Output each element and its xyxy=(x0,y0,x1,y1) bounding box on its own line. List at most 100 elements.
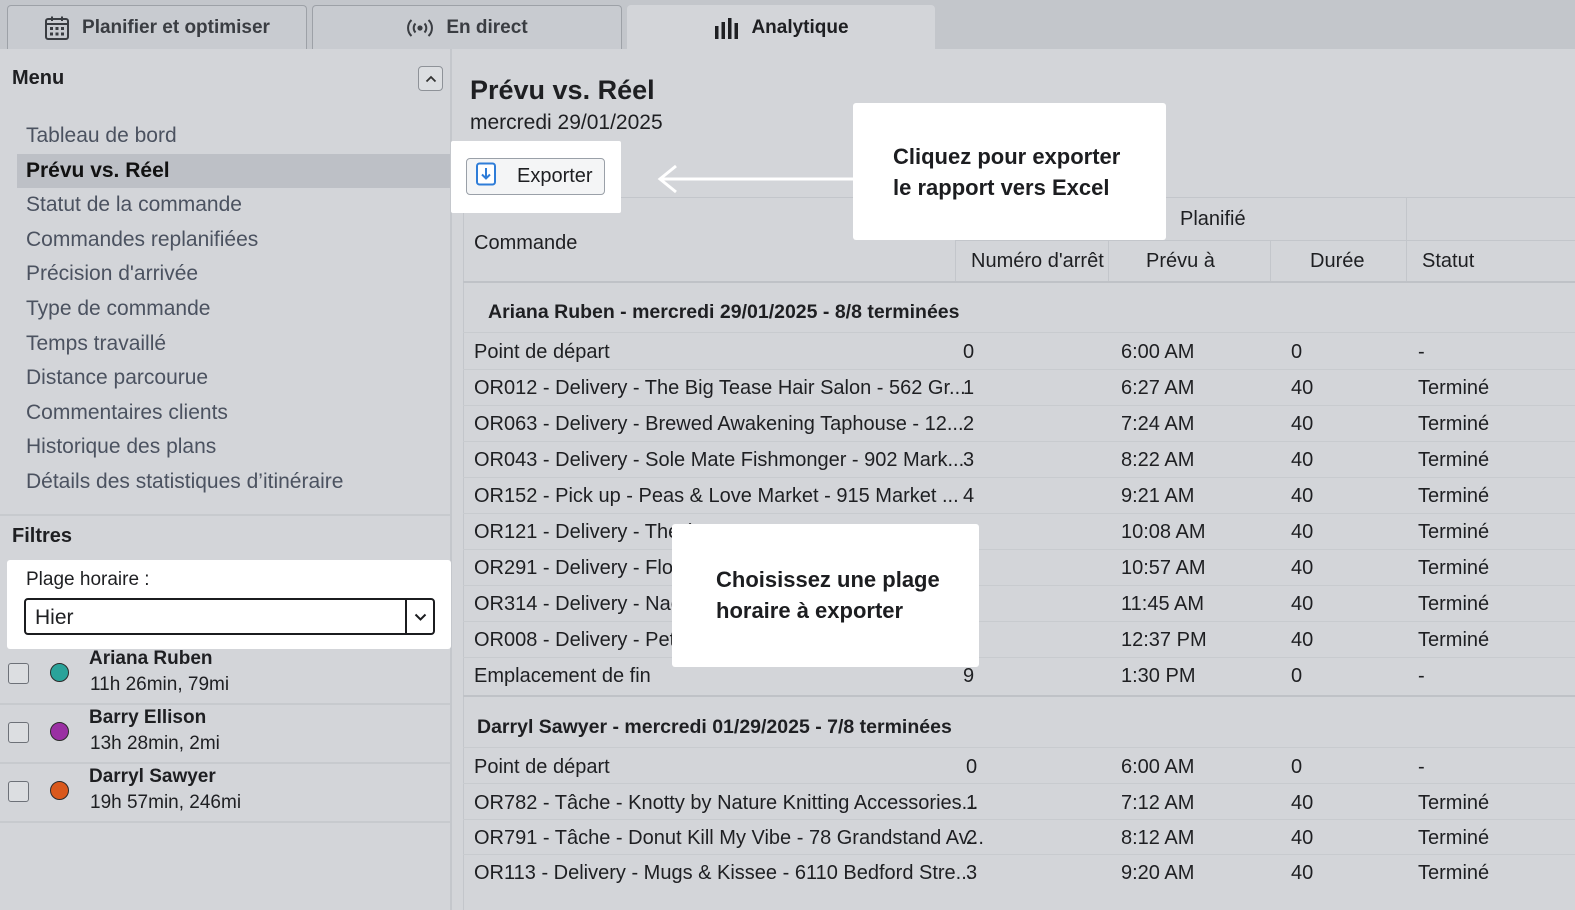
tab-label: Analytique xyxy=(751,16,849,38)
bar-chart-icon xyxy=(713,16,739,40)
time-range-select[interactable]: Hier xyxy=(24,598,435,635)
cell-status: Terminé xyxy=(1418,593,1490,615)
cell-time: 7:24 AM xyxy=(1121,413,1195,435)
cell-duration: 40 xyxy=(1291,593,1314,615)
cell-time: 6:00 AM xyxy=(1121,341,1195,363)
cell-time: 8:12 AM xyxy=(1121,827,1195,849)
cell-order: OR782 - Tâche - Knotty by Nature Knittin… xyxy=(474,792,979,814)
cell-duration: 40 xyxy=(1291,449,1314,471)
menu-item-arrival-accuracy[interactable]: Précision d'arrivée xyxy=(17,257,450,292)
table-border xyxy=(463,695,1575,697)
driver-name: Darryl Sawyer xyxy=(89,766,216,787)
cell-duration: 0 xyxy=(1291,756,1303,778)
driver-color-dot xyxy=(50,663,69,682)
column-header-planned-at[interactable]: Prévu à xyxy=(1146,250,1215,273)
page-title: Prévu vs. Réel xyxy=(470,75,655,105)
cell-stop: 3 xyxy=(966,862,978,884)
export-button[interactable]: Exporter xyxy=(466,158,605,195)
cell-duration: 0 xyxy=(1291,665,1303,687)
tab-label: En direct xyxy=(446,16,528,38)
cell-stop: 9 xyxy=(963,665,975,687)
cell-time: 11:45 AM xyxy=(1121,593,1205,615)
menu-item-time-worked[interactable]: Temps travaillé xyxy=(17,327,450,362)
time-range-label: Plage horaire : xyxy=(26,569,150,590)
tab-analytics[interactable]: Analytique xyxy=(627,5,935,49)
table-border xyxy=(1108,240,1109,282)
group-header-ariana: Ariana Ruben - mercredi 29/01/2025 - 8/8… xyxy=(488,301,960,323)
table-border xyxy=(955,240,1575,241)
driver-checkbox[interactable] xyxy=(8,663,29,684)
driver-color-dot xyxy=(50,722,69,741)
row-divider xyxy=(463,657,1575,658)
table-border xyxy=(463,197,464,910)
cell-order: Point de départ xyxy=(474,756,610,778)
cell-stop: 1 xyxy=(963,377,975,399)
cell-order: OR043 - Delivery - Sole Mate Fishmonger … xyxy=(474,449,965,471)
menu-item-route-stats-details[interactable]: Détails des statistiques d’itinéraire xyxy=(17,465,450,500)
menu-item-distance-traveled[interactable]: Distance parcourue xyxy=(17,361,450,396)
chevron-up-icon xyxy=(425,70,437,88)
driver-row-ariana[interactable]: Ariana Ruben 11h 26min, 79mi xyxy=(0,646,450,705)
chevron-down-icon[interactable] xyxy=(405,600,433,633)
cell-duration: 40 xyxy=(1291,413,1314,435)
cell-order: OR008 - Delivery - Petal xyxy=(474,629,691,651)
menu-item-order-status[interactable]: Statut de la commande xyxy=(17,188,450,223)
driver-checkbox[interactable] xyxy=(8,781,29,802)
column-header-status[interactable]: Statut xyxy=(1422,250,1474,273)
callout-line: le rapport vers Excel xyxy=(893,175,1110,200)
menu-item-planned-vs-actual[interactable]: Prévu vs. Réel xyxy=(17,153,450,189)
row-divider xyxy=(463,332,1575,333)
menu-item-order-type[interactable]: Type de commande xyxy=(17,292,450,327)
menu-item-plan-history[interactable]: Historique des plans xyxy=(17,430,450,465)
menu-item-rescheduled-orders[interactable]: Commandes replanifiées xyxy=(17,223,450,258)
sidebar: Menu Tableau de bord Prévu vs. Réel Stat… xyxy=(0,49,452,910)
cell-status: Terminé xyxy=(1418,792,1490,814)
callout-export-tip: Cliquez pour exporter le rapport vers Ex… xyxy=(853,103,1166,240)
cell-status: Terminé xyxy=(1418,827,1490,849)
row-divider xyxy=(463,549,1575,550)
cell-duration: 40 xyxy=(1291,827,1314,849)
cell-duration: 40 xyxy=(1291,485,1314,507)
cell-time: 12:37 PM xyxy=(1121,629,1207,651)
row-divider xyxy=(463,747,1575,748)
menu-item-customer-feedback[interactable]: Commentaires clients xyxy=(17,396,450,431)
cell-stop: 2 xyxy=(966,827,978,849)
filters-title: Filtres xyxy=(12,525,73,547)
driver-row-darryl[interactable]: Darryl Sawyer 19h 57min, 246mi xyxy=(0,764,450,823)
column-header-stop-number[interactable]: Numéro d'arrêt xyxy=(971,250,1104,273)
cell-duration: 40 xyxy=(1291,862,1314,884)
page-date: mercredi 29/01/2025 xyxy=(470,111,663,134)
table-border xyxy=(463,281,1575,283)
row-divider xyxy=(463,783,1575,784)
driver-checkbox[interactable] xyxy=(8,722,29,743)
cell-status: - xyxy=(1418,756,1425,778)
cell-stop: 4 xyxy=(963,485,975,507)
cell-status: Terminé xyxy=(1418,485,1490,507)
table-border xyxy=(1406,197,1407,282)
table-border xyxy=(1270,240,1271,282)
column-header-duration[interactable]: Durée xyxy=(1310,250,1364,273)
cell-order: Point de départ xyxy=(474,341,610,363)
download-icon xyxy=(475,162,497,192)
cell-time: 7:12 AM xyxy=(1121,792,1195,814)
callout-line: Choisissez une plage xyxy=(716,567,940,592)
tab-live[interactable]: En direct xyxy=(312,5,622,49)
row-divider xyxy=(463,405,1575,406)
row-divider xyxy=(463,369,1575,370)
collapse-menu-button[interactable] xyxy=(418,66,443,91)
row-divider xyxy=(463,441,1575,442)
driver-name: Ariana Ruben xyxy=(89,648,213,669)
cell-order: OR113 - Delivery - Mugs & Kissee - 6110 … xyxy=(474,862,973,884)
column-header-order[interactable]: Commande xyxy=(474,232,577,255)
group-header-darryl: Darryl Sawyer - mercredi 01/29/2025 - 7/… xyxy=(477,716,952,738)
driver-row-barry[interactable]: Barry Ellison 13h 28min, 2mi xyxy=(0,705,450,764)
cell-time: 1:30 PM xyxy=(1121,665,1196,687)
cell-order: OR012 - Delivery - The Big Tease Hair Sa… xyxy=(474,377,966,399)
cell-time: 9:20 AM xyxy=(1121,862,1195,884)
row-divider xyxy=(463,621,1575,622)
cell-time: 9:21 AM xyxy=(1121,485,1195,507)
cell-time: 10:57 AM xyxy=(1121,557,1206,579)
tab-plan-optimize[interactable]: Planifier et optimiser xyxy=(7,5,307,49)
driver-stats: 11h 26min, 79mi xyxy=(90,674,230,695)
menu-item-dashboard[interactable]: Tableau de bord xyxy=(17,119,450,154)
